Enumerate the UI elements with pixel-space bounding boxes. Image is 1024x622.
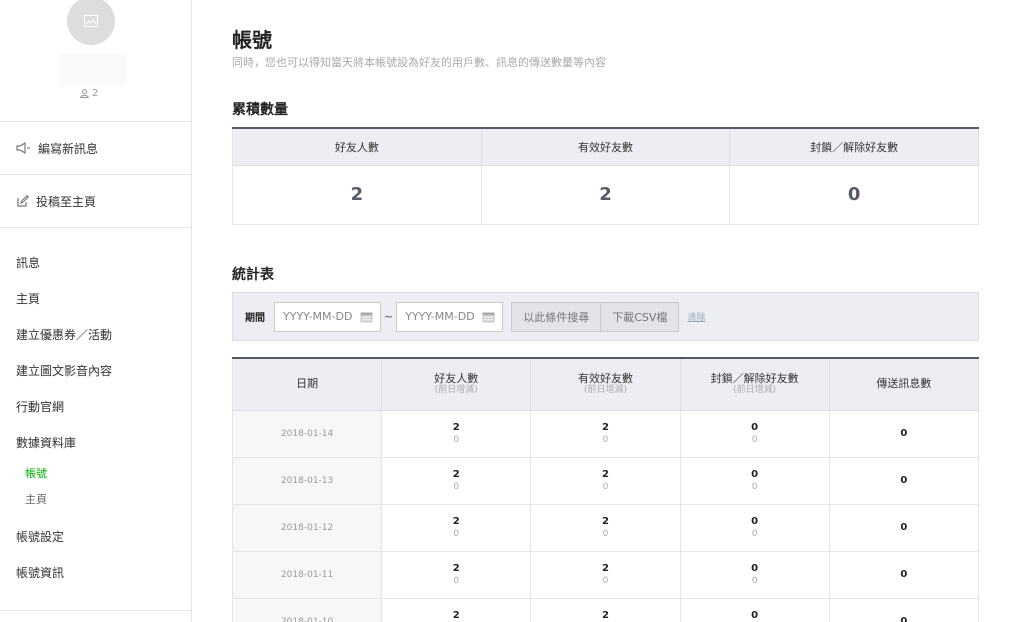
compose-message-button[interactable]: 編寫新訊息 [0,122,191,175]
sidebar-divider [0,610,191,611]
period-label: 期間 [245,313,265,324]
row-active: 20 [530,551,681,599]
stats-header-messages: 傳送訊息數 [829,359,980,411]
download-csv-button[interactable]: 下載CSV檔 [601,301,680,332]
row-blocked: 00 [680,504,830,552]
summary-header-friends: 好友人數 [232,129,482,166]
start-date-input[interactable]: YYYY-MM-DD [274,301,381,332]
table-row: 2018-01-10 20 20 00 0 [231,598,980,622]
stats-header-active: 有效好友數 (前日增減) [530,359,681,411]
stats-section-title: 統計表 [232,267,274,283]
sidebar-subitem-account[interactable]: 帳號 [0,460,191,486]
row-blocked: 00 [680,457,830,505]
row-date: 2018-01-12 [231,504,383,552]
friend-count: 2 [80,88,98,99]
summary-value-friends: 2 [232,165,482,225]
summary-table: 好友人數 有效好友數 封鎖／解除好友數 2 2 0 [232,127,979,225]
post-to-home-button[interactable]: 投稿至主頁 [0,175,191,228]
row-messages: 0 [829,410,980,458]
row-friends: 20 [381,457,532,505]
person-icon [80,89,89,98]
table-row: 2018-01-12 20 20 00 0 [231,504,980,552]
stats-header-date: 日期 [231,359,383,411]
table-row: 2018-01-14 20 20 00 0 [231,410,980,458]
table-row: 2018-01-11 20 20 00 0 [231,551,980,599]
row-blocked: 00 [680,410,830,458]
stats-header-friends: 好友人數 (前日增減) [381,359,532,411]
summary-section-title: 累積數量 [232,102,288,118]
summary-value-active: 2 [481,165,731,225]
row-date: 2018-01-14 [231,410,383,458]
page-description: 同時，您也可以得知當天將本帳號設為好友的用戶數、訊息的傳送數量等內容 [232,56,606,69]
sidebar-item-account-settings[interactable]: 帳號設定 [0,518,191,554]
summary-header-active: 有效好友數 [481,129,731,166]
edit-icon [17,194,29,207]
row-blocked: 00 [680,551,830,599]
summary-value-blocked: 0 [729,165,979,225]
sidebar-item-home[interactable]: 主頁 [0,280,191,316]
start-date-placeholder: YYYY-MM-DD [283,310,353,323]
filter-bar: 期間 YYYY-MM-DD ~ YYYY-MM-DD 以此條件搜尋 下載CSV檔 [232,292,979,341]
sidebar-item-coupons[interactable]: 建立優惠券／活動 [0,316,191,352]
stats-table: 日期 好友人數 (前日增減) 有效好友數 (前日增減) 封鎖／解除好友數 (前日增減)… [231,357,980,622]
sidebar-item-messages[interactable]: 訊息 [0,244,191,280]
page-title: 帳號 [232,28,272,52]
row-blocked: 00 [680,598,830,622]
row-friends: 20 [381,598,532,622]
calendar-icon [482,312,495,322]
date-range-separator: ~ [384,310,394,323]
sidebar-item-mobile-site[interactable]: 行動官網 [0,388,191,424]
image-placeholder-icon [84,15,98,27]
row-messages: 0 [829,551,980,599]
row-active: 20 [530,598,681,622]
calendar-icon [360,312,373,322]
search-button[interactable]: 以此條件搜尋 [511,301,602,332]
row-date: 2018-01-13 [231,457,383,505]
row-active: 20 [530,457,681,505]
row-messages: 0 [829,504,980,552]
end-date-placeholder: YYYY-MM-DD [405,310,475,323]
stats-header-blocked: 封鎖／解除好友數 (前日增減) [680,359,830,411]
clear-link[interactable]: 清除 [687,310,705,323]
row-date: 2018-01-11 [231,551,383,599]
sidebar-item-account-info[interactable]: 帳號資訊 [0,554,191,590]
compose-message-label: 編寫新訊息 [38,141,99,156]
summary-header-blocked: 封鎖／解除好友數 [729,129,979,166]
row-friends: 20 [381,410,532,458]
end-date-input[interactable]: YYYY-MM-DD [396,301,504,332]
row-messages: 0 [829,598,980,622]
avatar[interactable] [67,0,115,45]
row-friends: 20 [381,504,532,552]
sidebar: 2 編寫新訊息 投稿至主頁 訊息 主頁 建立優惠券／活動 建立圖文影音內容 行動… [0,0,192,622]
sidebar-item-rich-content[interactable]: 建立圖文影音內容 [0,352,191,388]
row-active: 20 [530,504,681,552]
megaphone-icon [16,142,30,154]
sidebar-nav: 訊息 主頁 建立優惠券／活動 建立圖文影音內容 行動官網 數據資料庫 帳號 主頁… [0,228,191,590]
row-messages: 0 [829,457,980,505]
account-name-placeholder [60,53,126,86]
sidebar-item-insights[interactable]: 數據資料庫 [0,424,191,460]
row-date: 2018-01-10 [231,598,383,622]
sidebar-subitem-home[interactable]: 主頁 [0,486,191,512]
row-active: 20 [530,410,681,458]
profile-section: 2 [0,0,191,122]
post-to-home-label: 投稿至主頁 [36,194,97,209]
friend-count-value: 2 [92,88,99,99]
row-friends: 20 [381,551,532,599]
table-row: 2018-01-13 20 20 00 0 [231,457,980,505]
